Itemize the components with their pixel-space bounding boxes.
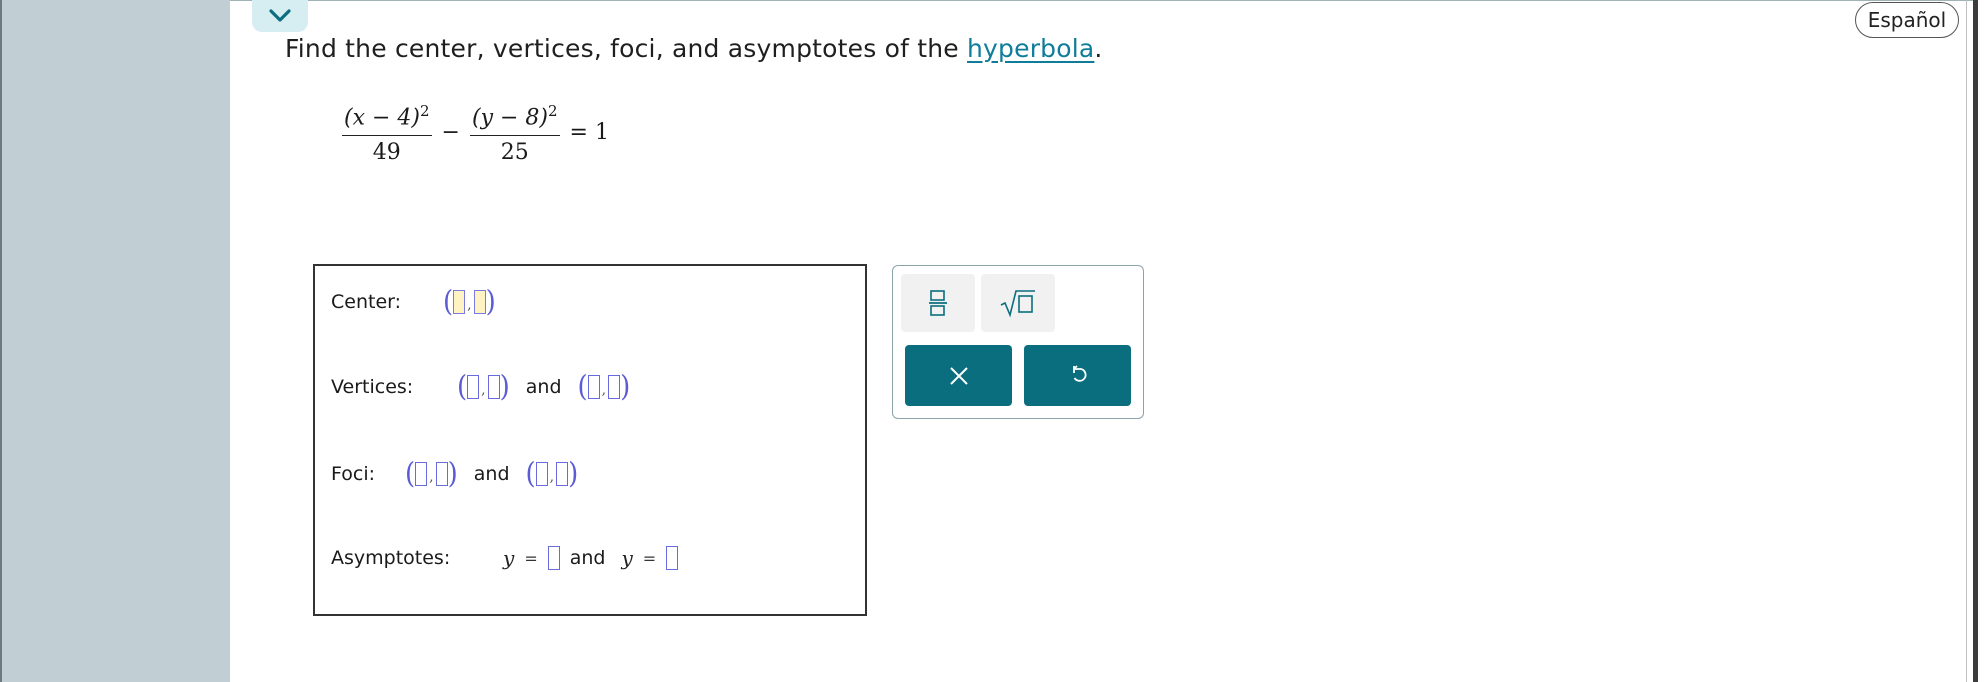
- scrollbar[interactable]: [1973, 0, 1978, 682]
- vertices-label: Vertices:: [331, 376, 414, 398]
- sidebar-edge: [0, 0, 2, 682]
- top-divider: [230, 0, 1975, 1]
- center-y-input[interactable]: [473, 290, 486, 314]
- minus-sign: −: [441, 119, 460, 145]
- right-divider: [1966, 0, 1967, 682]
- close-icon: [949, 366, 968, 385]
- asymptotes-row: Asymptotes: y = and y =: [331, 546, 679, 570]
- y-variable: y: [621, 546, 633, 570]
- comma: ,: [467, 297, 472, 313]
- asymptote2-input[interactable]: [666, 546, 679, 570]
- collapse-button[interactable]: [252, 0, 308, 32]
- math-toolbar: [892, 265, 1144, 419]
- numerator-y: (y − 8)2: [469, 98, 560, 136]
- fraction-icon: [929, 290, 947, 316]
- focus-2: ( , ): [525, 457, 579, 491]
- answer-box: Center: ( , ) Vertices: ( , ) and ( , ) …: [313, 264, 867, 616]
- left-sidebar: [0, 0, 230, 682]
- clear-button[interactable]: [905, 345, 1012, 406]
- numerator-x-text: (x − 4): [344, 105, 420, 131]
- focus1-y-input[interactable]: [435, 462, 448, 486]
- equals-sign: =: [642, 548, 657, 568]
- undo-icon: [1072, 364, 1086, 382]
- vertex-2: ( , ): [577, 370, 631, 404]
- hyperbola-equation: (x − 4)2 49 − (y − 8)2 25 = 1: [338, 96, 615, 168]
- fraction-x-term: (x − 4)2 49: [342, 98, 432, 165]
- focus2-y-input[interactable]: [556, 462, 569, 486]
- hyperbola-link[interactable]: hyperbola: [967, 34, 1094, 63]
- asymptotes-label: Asymptotes:: [331, 547, 451, 569]
- undo-button[interactable]: [1024, 345, 1131, 406]
- focus2-x-input[interactable]: [535, 462, 548, 486]
- chevron-down-icon: [269, 9, 291, 22]
- numerator-y-text: (y − 8): [471, 105, 548, 131]
- close-paren: ): [485, 285, 496, 319]
- question-suffix: .: [1094, 34, 1103, 63]
- vertex1-x-input[interactable]: [467, 375, 480, 399]
- denominator-x: 49: [372, 139, 401, 165]
- center-row: Center: ( , ): [331, 285, 496, 319]
- asymptote1-input[interactable]: [547, 546, 560, 570]
- and-text: and: [525, 376, 562, 398]
- and-text: and: [569, 547, 606, 569]
- exponent-x: 2: [420, 102, 430, 121]
- fraction-y-term: (y − 8)2 25: [469, 98, 560, 165]
- center-label: Center:: [331, 291, 402, 313]
- numerator-x: (x − 4)2: [342, 98, 432, 136]
- question-text: Find the center, vertices, foci, and asy…: [285, 34, 1103, 63]
- square-root-button[interactable]: [981, 274, 1055, 332]
- open-paren: (: [443, 285, 454, 319]
- language-button[interactable]: Español: [1855, 2, 1959, 38]
- square-root-icon: [1000, 290, 1035, 318]
- equals-sign: =: [524, 548, 538, 568]
- foci-row: Foci: ( , ) and ( , ): [331, 457, 579, 491]
- foci-label: Foci:: [331, 463, 376, 485]
- exponent-y: 2: [548, 102, 558, 121]
- focus1-x-input[interactable]: [415, 462, 428, 486]
- equals-one: = 1: [569, 119, 609, 145]
- vertex-1: ( , ): [457, 370, 510, 404]
- denominator-y: 25: [500, 139, 529, 165]
- question-prefix: Find the center, vertices, foci, and asy…: [285, 34, 968, 63]
- center-point: ( , ): [443, 285, 496, 319]
- vertex1-y-input[interactable]: [487, 375, 500, 399]
- vertex2-y-input[interactable]: [608, 375, 621, 399]
- and-text: and: [473, 463, 510, 485]
- focus-1: ( , ): [405, 457, 458, 491]
- fraction-button[interactable]: [901, 274, 975, 332]
- vertices-row: Vertices: ( , ) and ( , ): [331, 370, 631, 404]
- vertex2-x-input[interactable]: [587, 375, 600, 399]
- y-variable: y: [503, 546, 515, 570]
- center-x-input[interactable]: [453, 290, 466, 314]
